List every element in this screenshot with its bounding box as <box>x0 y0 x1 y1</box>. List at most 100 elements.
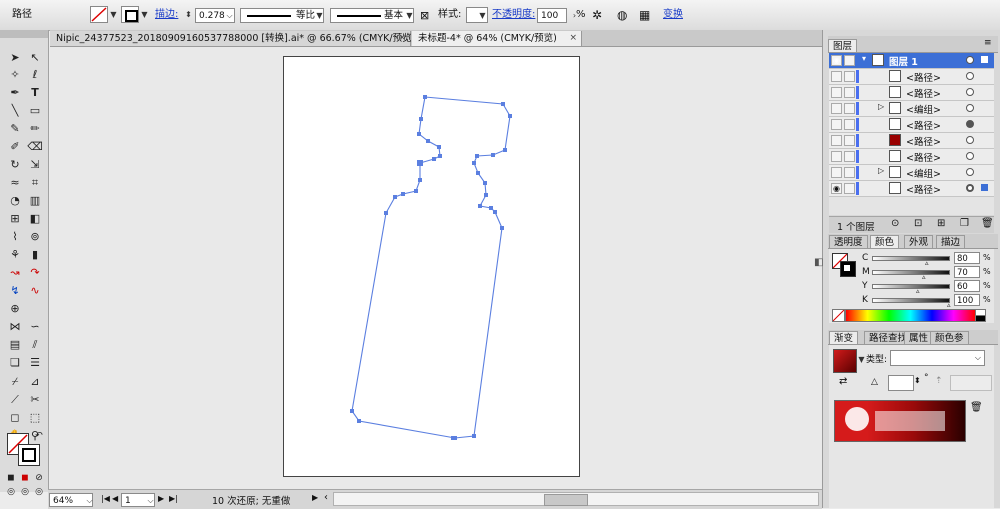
channel-y-field[interactable]: 60 <box>954 280 980 292</box>
scrollbar-thumb[interactable] <box>544 494 588 506</box>
layer-color-stripe <box>856 166 859 179</box>
lock-toggle[interactable] <box>844 119 855 130</box>
lock-toggle[interactable] <box>844 71 855 82</box>
status-bar: 64% ⌵ |◀ ◀ 1 ⌵ ▶ ▶| 10 次还原; 无重做 ▶ ‹ <box>48 489 822 509</box>
new-layer-icon[interactable]: ❐ <box>960 218 969 229</box>
locate-object-icon[interactable]: ⊙ <box>891 218 899 229</box>
layer-color-stripe <box>856 118 859 131</box>
first-artboard-icon[interactable]: |◀ <box>101 494 110 503</box>
gradient-panel-tabs: 渐变 路径查找 属性 颜色参 <box>828 330 998 345</box>
color-spectrum[interactable] <box>845 309 976 322</box>
slider-handle-icon[interactable]: ▵ <box>922 273 926 281</box>
collapse-arrow-icon[interactable]: ▾ <box>862 54 866 63</box>
scroll-left-icon[interactable]: ‹ <box>324 492 328 503</box>
target-icon[interactable] <box>966 104 974 112</box>
eye-icon[interactable]: ◉ <box>831 55 842 66</box>
layer-color-stripe <box>856 86 859 99</box>
layer-name: <路径> <box>906 185 941 196</box>
target-icon[interactable] <box>966 168 974 176</box>
visibility-toggle[interactable] <box>831 71 842 82</box>
none-color-icon[interactable] <box>832 309 845 322</box>
visibility-toggle[interactable] <box>831 167 842 178</box>
visibility-toggle[interactable] <box>831 119 842 130</box>
artboard-dropdown-icon[interactable]: ⌵ <box>145 493 156 508</box>
tab-gradient[interactable]: 渐变 <box>829 331 859 344</box>
slider-handle-icon[interactable]: ▵ <box>916 287 920 295</box>
slider-handle-icon[interactable]: ▵ <box>947 301 951 309</box>
tab-layers[interactable]: 图层 <box>828 39 858 52</box>
chevron-down-icon: ⌵ <box>974 353 981 362</box>
gradient-swatch[interactable] <box>833 349 857 373</box>
tab-color[interactable]: 颜色 <box>870 235 900 248</box>
new-sublayer-icon[interactable]: ⊞ <box>937 218 945 229</box>
tab-color-guide[interactable]: 颜色参 <box>930 331 969 344</box>
slider-handle-icon[interactable]: ▵ <box>925 259 929 267</box>
visibility-toggle[interactable] <box>831 151 842 162</box>
channel-c-slider[interactable] <box>872 256 950 261</box>
tab-attributes[interactable]: 属性 <box>904 331 934 344</box>
delete-layer-icon[interactable]: 🗑 <box>981 218 994 229</box>
reverse-gradient-icon[interactable]: ⇄ <box>839 376 847 387</box>
layer-row[interactable]: <路径> <box>829 69 994 85</box>
panel-menu-icon[interactable]: ≡ <box>984 38 992 48</box>
panel-collapse-icon[interactable]: ◧ <box>814 257 823 268</box>
angle-unit: ° <box>924 373 929 383</box>
gradient-type-select[interactable]: ⌵ <box>890 350 985 366</box>
lock-toggle[interactable] <box>844 183 855 194</box>
expand-arrow-icon[interactable]: ▷ <box>878 166 884 175</box>
layer-row[interactable]: <路径> <box>829 149 994 165</box>
channel-c-field[interactable]: 80 <box>954 252 980 264</box>
visibility-toggle[interactable] <box>831 135 842 146</box>
layer-row[interactable]: <路径> <box>829 117 994 133</box>
lock-toggle[interactable] <box>844 167 855 178</box>
layer-row[interactable]: <路径> <box>829 133 994 149</box>
stroke-swatch-small[interactable] <box>840 261 856 277</box>
watermark-shape <box>875 411 945 431</box>
tab-stroke[interactable]: 描边 <box>936 235 966 248</box>
prev-artboard-icon[interactable]: ◀ <box>112 494 118 503</box>
angle-field[interactable] <box>888 375 914 391</box>
channel-k-field[interactable]: 100 <box>954 294 980 306</box>
channel-y-slider[interactable] <box>872 284 950 289</box>
expand-arrow-icon[interactable]: ▷ <box>878 102 884 111</box>
target-icon[interactable] <box>966 72 974 80</box>
eye-icon[interactable]: ◉ <box>831 183 842 194</box>
tab-appearance[interactable]: 外观 <box>904 235 934 248</box>
visibility-toggle[interactable] <box>831 87 842 98</box>
layer-row[interactable]: ▷ <编组> <box>829 165 994 181</box>
aspect-field[interactable] <box>950 375 992 391</box>
zoom-dropdown-icon[interactable]: ⌵ <box>84 493 95 508</box>
layer-row[interactable]: ▷ <编组> <box>829 101 994 117</box>
tab-transparency[interactable]: 透明度 <box>829 235 868 248</box>
target-icon[interactable] <box>966 152 974 160</box>
channel-m-slider[interactable] <box>872 270 950 275</box>
target-icon[interactable] <box>966 88 974 96</box>
target-icon[interactable] <box>966 184 974 192</box>
next-artboard-icon[interactable]: ▶ <box>158 494 164 503</box>
layer-name: <路径> <box>906 73 941 84</box>
make-clipping-mask-icon[interactable]: ⊡ <box>914 218 922 229</box>
black-swatch[interactable] <box>975 315 986 322</box>
layer-row-layer1[interactable]: ◉ ▾ 图层 1 <box>829 53 994 69</box>
lock-toggle[interactable] <box>844 151 855 162</box>
target-icon[interactable] <box>966 120 974 128</box>
lock-toggle[interactable] <box>844 55 855 66</box>
channel-k-slider[interactable] <box>872 298 950 303</box>
layer-row[interactable]: <路径> <box>829 85 994 101</box>
channel-m-field[interactable]: 70 <box>954 266 980 278</box>
selection-indicator <box>981 184 988 191</box>
horizontal-scrollbar[interactable] <box>333 492 819 506</box>
status-menu-icon[interactable]: ▶ <box>312 493 318 502</box>
target-icon[interactable] <box>966 136 974 144</box>
gradient-preview <box>834 400 966 442</box>
angle-stepper[interactable]: ⬍ <box>914 376 921 385</box>
lock-toggle[interactable] <box>844 87 855 98</box>
layer-row[interactable]: ◉ <路径> <box>829 181 994 197</box>
delete-stop-icon[interactable]: 🗑 <box>970 402 983 413</box>
visibility-toggle[interactable] <box>831 103 842 114</box>
lock-toggle[interactable] <box>844 103 855 114</box>
channel-c-label: C <box>862 253 869 263</box>
target-icon[interactable] <box>966 56 974 64</box>
lock-toggle[interactable] <box>844 135 855 146</box>
last-artboard-icon[interactable]: ▶| <box>169 494 178 503</box>
